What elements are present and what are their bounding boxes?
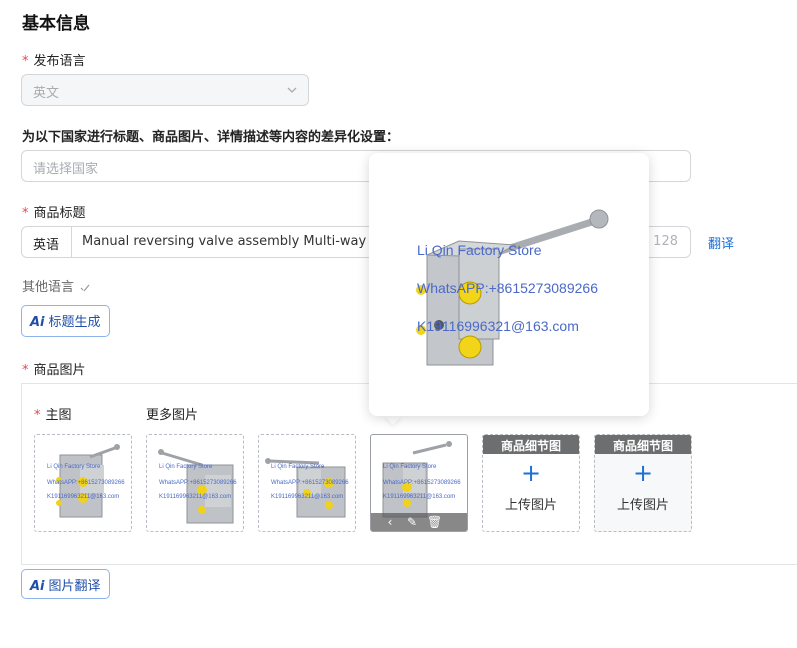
- upload-slot-text: 上传图片: [504, 498, 557, 513]
- thumbnail-action-bar: ‹ ✎ 🗑: [371, 513, 467, 531]
- country-setting-label: 为以下国家进行标题、商品图片、详情描述等内容的差异化设置：: [22, 130, 400, 145]
- product-thumbnail-3[interactable]: Li Qin Factory Store WhatsAPP:+861527308…: [258, 434, 356, 532]
- required-asterisk: *: [22, 206, 29, 221]
- ai-title-generate-button[interactable]: Ai 标题生成: [21, 305, 110, 337]
- thumb-watermark-whatsapp: WhatsAPP:+8615273089266: [271, 480, 349, 486]
- publish-language-value: 英文: [33, 86, 60, 101]
- main-image-label: * 主图: [34, 404, 72, 423]
- ai-title-generate-label: 标题生成: [48, 315, 101, 330]
- thumb-watermark-whatsapp: WhatsAPP:+8615273089266: [47, 480, 125, 486]
- move-left-icon[interactable]: ‹: [383, 515, 397, 529]
- upload-detail-image-1[interactable]: 商品细节图 + 上传图片: [482, 434, 580, 532]
- main-image-label-text: 主图: [45, 408, 72, 423]
- publish-language-label: * 发布语言: [22, 50, 86, 69]
- product-title-value[interactable]: Manual reversing valve assembly Multi-wa…: [82, 234, 382, 249]
- popover-watermark-store: Li Qin Factory Store: [417, 242, 542, 258]
- other-language-toggle[interactable]: 其他语言: [22, 276, 92, 295]
- other-language-label: 其他语言: [22, 280, 75, 295]
- thumb-watermark-email: K191169963211@163.com: [159, 494, 232, 500]
- publish-language-select[interactable]: 英文: [21, 74, 309, 106]
- product-thumbnail-main[interactable]: Li Qin Factory Store WhatsAPP:+861527308…: [34, 434, 132, 532]
- plus-icon: +: [632, 459, 654, 487]
- title-char-count: / 128: [644, 234, 678, 249]
- publish-language-label-text: 发布语言: [33, 54, 86, 69]
- section-title: 基本信息: [22, 14, 90, 34]
- popover-watermark-whatsapp: WhatsAPP:+8615273089266: [417, 280, 598, 296]
- edit-icon[interactable]: ✎: [405, 515, 419, 529]
- country-select-placeholder: 请选择国家: [33, 162, 99, 177]
- product-images-label: * 商品图片: [22, 359, 86, 378]
- ai-icon: Ai: [30, 315, 45, 330]
- basic-info-page: 基本信息 * 发布语言 英文 为以下国家进行标题、商品图片、详情描述等内容的差异化…: [0, 0, 797, 648]
- product-thumbnail-4-selected[interactable]: Li Qin Factory Store WhatsAPP:+861527308…: [370, 434, 468, 532]
- thumb-watermark-email: K191169963211@163.com: [383, 494, 456, 500]
- popover-watermark-email: K19116996321@163.com: [417, 318, 579, 334]
- ai-icon: Ai: [30, 579, 45, 594]
- plus-icon: +: [520, 459, 542, 487]
- image-preview-popover: Li Qin Factory Store WhatsAPP:+861527308…: [369, 153, 649, 416]
- thumb-watermark-email: K191169963211@163.com: [47, 494, 120, 500]
- chevron-down-icon: [287, 87, 297, 93]
- required-asterisk: *: [22, 54, 29, 69]
- product-title-label-text: 商品标题: [33, 206, 86, 221]
- thumb-watermark-whatsapp: WhatsAPP:+8615273089266: [383, 480, 461, 486]
- upload-slot-text: 上传图片: [616, 498, 669, 513]
- required-asterisk: *: [22, 363, 29, 378]
- product-title-label: * 商品标题: [22, 202, 86, 221]
- required-asterisk: *: [34, 408, 41, 423]
- thumb-watermark-store: Li Qin Factory Store: [159, 464, 213, 470]
- title-language-tag: 英语: [22, 227, 72, 257]
- thumb-watermark-store: Li Qin Factory Store: [47, 464, 101, 470]
- delete-icon[interactable]: 🗑: [427, 515, 442, 529]
- upload-slot-header: 商品细节图: [483, 435, 579, 454]
- more-images-label: 更多图片: [146, 408, 199, 423]
- thumb-watermark-email: K191169963211@163.com: [271, 494, 344, 500]
- edit-small-icon: [80, 284, 90, 291]
- upload-detail-image-2[interactable]: 商品细节图 + 上传图片: [594, 434, 692, 532]
- thumb-watermark-store: Li Qin Factory Store: [383, 464, 437, 470]
- thumb-watermark-whatsapp: WhatsAPP:+8615273089266: [159, 480, 237, 486]
- thumb-watermark-store: Li Qin Factory Store: [271, 464, 325, 470]
- ai-image-translate-button[interactable]: Ai 图片翻译: [21, 569, 110, 599]
- translate-link[interactable]: 翻译: [708, 233, 734, 252]
- product-images-label-text: 商品图片: [33, 363, 86, 378]
- upload-slot-header: 商品细节图: [595, 435, 691, 454]
- ai-image-translate-label: 图片翻译: [48, 579, 101, 594]
- product-thumbnail-2[interactable]: Li Qin Factory Store WhatsAPP:+861527308…: [146, 434, 244, 532]
